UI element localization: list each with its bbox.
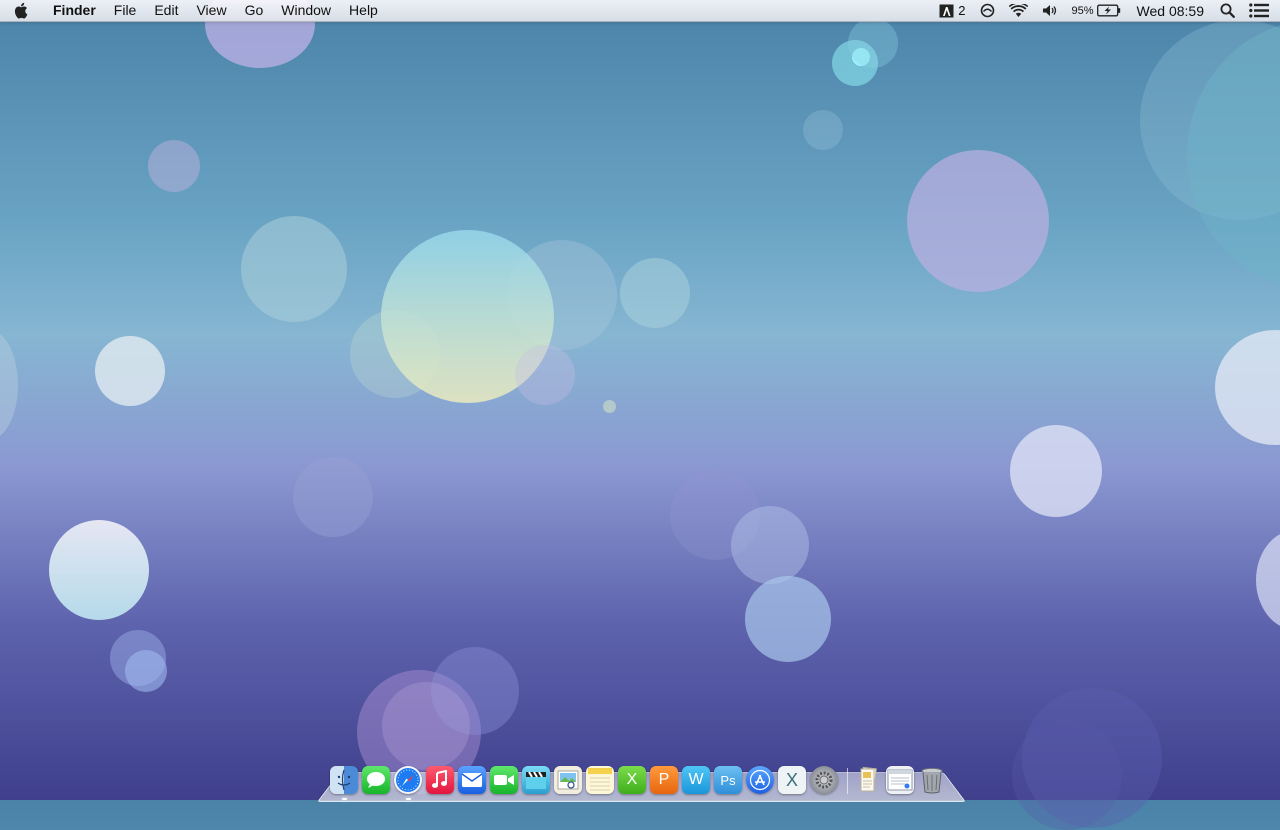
dock-separator: [842, 766, 854, 794]
dock-app-preview[interactable]: [554, 766, 582, 794]
mail-icon: [461, 773, 483, 787]
dock-app-notes[interactable]: [586, 766, 614, 794]
menu-go[interactable]: Go: [236, 0, 273, 21]
safari-icon: [396, 768, 420, 792]
adobe-count: 2: [958, 3, 966, 18]
finder-icon: [337, 769, 351, 791]
battery-menu-extra[interactable]: 95%: [1065, 0, 1128, 21]
time-machine-icon: [980, 3, 994, 18]
dock-app-photoshop[interactable]: Ps: [714, 766, 742, 794]
battery-percent: 95%: [1071, 4, 1094, 17]
apple-menu-icon[interactable]: [0, 0, 40, 21]
dock-app-word[interactable]: W: [682, 766, 710, 794]
osx-icon: X: [785, 769, 798, 790]
dock-app-osx-installer[interactable]: X: [778, 766, 806, 794]
menu-view[interactable]: View: [187, 0, 235, 21]
volume-menu-extra[interactable]: [1035, 0, 1065, 21]
word-icon: W: [688, 771, 704, 788]
dock-documents-stack[interactable]: [854, 766, 882, 794]
powerpoint-icon: P: [658, 771, 670, 788]
notification-center-extra[interactable]: [1242, 0, 1280, 21]
dock-app-safari[interactable]: [394, 766, 422, 800]
messages-icon: [367, 772, 385, 788]
sync-menu-extra[interactable]: [973, 0, 1002, 21]
dock-minimized-window[interactable]: [886, 766, 914, 794]
dock-app-mail[interactable]: [458, 766, 486, 794]
dock-app-app-store[interactable]: [746, 766, 774, 794]
app-store-icon: [749, 769, 771, 791]
desktop-wallpaper: [0, 0, 1280, 830]
dock-app-powerpoint[interactable]: P: [650, 766, 678, 794]
trash-icon: [921, 767, 943, 794]
menu-window[interactable]: Window: [272, 0, 340, 21]
dock-app-final-cut[interactable]: [522, 766, 550, 794]
menu-bar: Finder File Edit View Go Window Help 2 9…: [0, 0, 1280, 22]
dock-app-excel[interactable]: X: [618, 766, 646, 794]
search-icon: [1220, 3, 1235, 18]
dock-app-messages[interactable]: [362, 766, 390, 794]
dock: X P W Ps X: [330, 760, 954, 800]
dock-app-facetime[interactable]: [490, 766, 518, 794]
photoshop-icon: Ps: [720, 772, 736, 788]
list-icon: [1249, 3, 1269, 18]
wifi-menu-extra[interactable]: [1002, 0, 1035, 21]
menu-app-name[interactable]: Finder: [40, 0, 105, 21]
music-note-icon: [432, 770, 447, 788]
menu-file[interactable]: File: [105, 0, 146, 21]
dock-trash[interactable]: [918, 766, 946, 794]
adobe-icon: [939, 4, 954, 17]
notes-icon: [588, 768, 612, 791]
menu-edit[interactable]: Edit: [145, 0, 187, 21]
wifi-icon: [1008, 3, 1028, 17]
menu-help[interactable]: Help: [340, 0, 387, 21]
clapper-icon: [526, 771, 546, 789]
dock-app-music[interactable]: [426, 766, 454, 794]
video-camera-icon: [494, 775, 514, 785]
excel-icon: X: [626, 771, 638, 788]
window-icon: [887, 769, 913, 791]
menubar-clock[interactable]: Wed 08:59: [1128, 0, 1213, 21]
gear-icon: [815, 771, 833, 789]
spotlight-menu-extra[interactable]: [1213, 0, 1242, 21]
stack-icon: [860, 766, 877, 792]
battery-charging-icon: [1096, 4, 1120, 17]
dock-app-system-preferences[interactable]: [810, 766, 838, 794]
dock-app-finder[interactable]: [330, 766, 358, 800]
volume-icon: [1042, 5, 1056, 16]
adobe-menu-extra[interactable]: 2: [932, 0, 972, 21]
preview-icon: [557, 770, 579, 790]
